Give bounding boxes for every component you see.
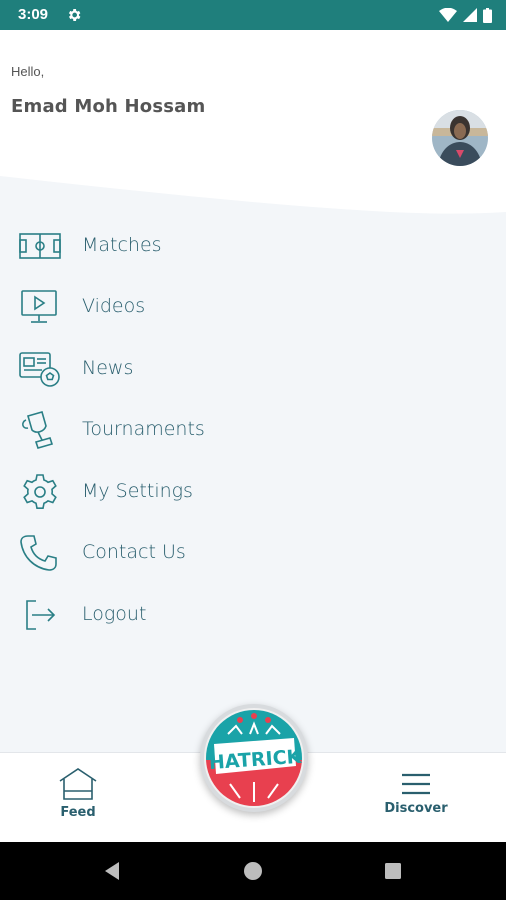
status-indicators	[439, 7, 492, 23]
menu-item-tournaments[interactable]: Tournaments	[0, 400, 506, 458]
monitor-play-icon	[21, 290, 57, 323]
menu-label-tournaments: Tournaments	[82, 418, 205, 440]
phone-icon	[20, 535, 57, 571]
profile-header: Hello, Emad Moh Hossam	[0, 30, 506, 230]
header-wave-background	[0, 30, 506, 214]
wifi-icon	[439, 8, 457, 22]
home-button-icon[interactable]	[243, 861, 263, 881]
nav-feed-button[interactable]: Feed	[52, 767, 104, 827]
signal-icon	[463, 8, 477, 22]
menu-label-videos: Videos	[82, 295, 146, 317]
menu-label-matches: Matches	[82, 234, 162, 256]
menu-item-my-settings[interactable]: My Settings	[0, 462, 506, 520]
menu-item-contact-us[interactable]: Contact Us	[0, 523, 506, 581]
home-icon	[59, 768, 97, 800]
gear-icon	[23, 474, 57, 509]
recents-icon[interactable]	[384, 862, 402, 880]
menu-item-videos[interactable]: Videos	[0, 277, 506, 335]
nav-discover-button[interactable]: Discover	[378, 771, 454, 825]
menu-item-logout[interactable]: Logout	[0, 585, 506, 643]
menu-item-news[interactable]: News	[0, 339, 506, 397]
battery-icon	[483, 7, 492, 23]
back-icon[interactable]	[102, 861, 122, 881]
status-bar: 3:09	[0, 0, 506, 30]
status-time: 3:09	[18, 6, 49, 23]
trophy-icon	[22, 411, 54, 449]
menu-icon	[402, 773, 430, 795]
menu-label-logout: Logout	[82, 603, 147, 625]
menu-label-my-settings: My Settings	[82, 480, 193, 502]
nav-feed-label: Feed	[60, 805, 96, 820]
system-navigation-bar	[0, 842, 506, 900]
news-ball-icon	[19, 352, 60, 387]
user-name: Emad Moh Hossam	[11, 96, 206, 117]
hatrick-logo-icon: HATRICK	[204, 708, 304, 808]
settings-status-icon	[68, 9, 81, 21]
hatrick-logo-button[interactable]: HATRICK	[200, 704, 308, 812]
greeting-text: Hello,	[11, 64, 45, 79]
avatar[interactable]	[432, 110, 488, 166]
menu-label-contact-us: Contact Us	[82, 541, 186, 563]
football-pitch-icon	[19, 233, 61, 259]
menu-label-news: News	[82, 357, 134, 379]
nav-discover-label: Discover	[384, 801, 448, 816]
logout-icon	[26, 600, 56, 630]
menu-item-matches[interactable]: Matches	[0, 216, 506, 274]
